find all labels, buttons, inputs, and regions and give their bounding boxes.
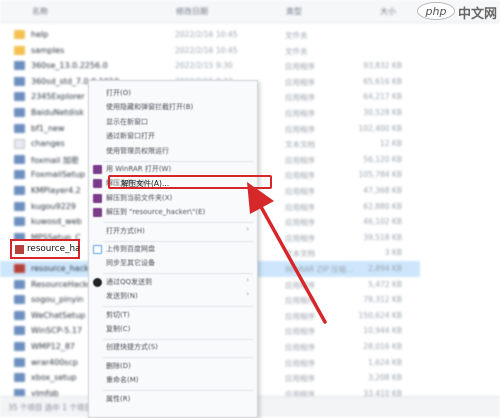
site-logo: php 中文网 (414, 0, 500, 22)
logo-brand-text: php (425, 5, 447, 18)
php-logo-badge: php (417, 2, 455, 20)
logo-cn-text: 中文网 (458, 7, 498, 22)
red-pointer-arrow (247, 182, 327, 324)
